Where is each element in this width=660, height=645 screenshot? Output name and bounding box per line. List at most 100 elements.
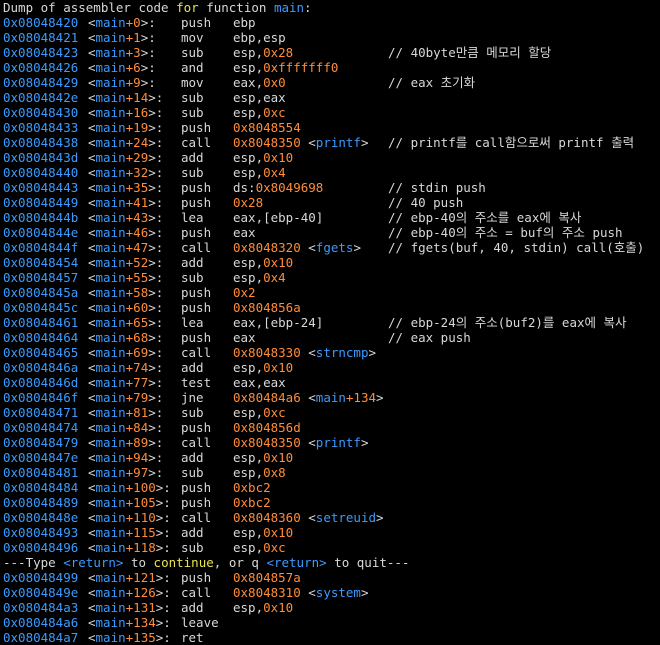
instruction-address: 0x080484a7 [3,630,79,645]
comment: // 40 push [388,195,464,210]
symbol-offset: <main+47>: [88,240,164,255]
asm-line: 0x08048479 <main+89>: call 0x8048350 <print… [3,435,660,450]
asm-line: 0x0804847e <main+94>: add esp,0x10 [3,450,660,465]
asm-line: 0x08048465 <main+69>: call 0x8048330 <strnc… [3,345,660,360]
asm-line: 0x080484a3 <main+131>: add esp,0x10 [3,600,660,615]
asm-line: 0x08048438 <main+24>: call 0x8048350 <print… [3,135,660,150]
mnemonic: sub [181,465,204,480]
terminal-window[interactable]: Dump of assembler code for function main… [0,0,660,645]
instruction-address: 0x08048465 [3,345,79,360]
asm-line: 0x0804845a <main+58>: push 0x2 [3,285,660,300]
asm-line: 0x0804845c <main+60>: push 0x804856a [3,300,660,315]
asm-line: 0x08048433 <main+19>: push 0x8048554 [3,120,660,135]
operands: ebp,esp [233,30,286,45]
operands: esp,eax [233,90,286,105]
symbol-offset: <main+100>: [88,480,171,495]
instruction-address: 0x08048481 [3,465,79,480]
instruction-address: 0x08048426 [3,60,79,75]
operands: esp,0x10 [233,150,294,165]
instruction-address: 0x080484a3 [3,600,79,615]
symbol-offset: <main+6>: [88,60,156,75]
mnemonic: mov [181,75,204,90]
asm-line: 0x08048430 <main+16>: sub esp,0xc [3,105,660,120]
symbol-offset: <main+1>: [88,30,156,45]
asm-line: 0x08048420 <main+0>: push ebp [3,15,660,30]
instruction-address: 0x08048471 [3,405,79,420]
mnemonic: add [181,255,204,270]
symbol-offset: <main+135>: [88,630,171,645]
mnemonic: push [181,180,212,195]
mnemonic: add [181,450,204,465]
instruction-address: 0x08048474 [3,420,79,435]
mnemonic: call [181,240,212,255]
symbol-offset: <main+110>: [88,510,171,525]
symbol-offset: <main+46>: [88,225,164,240]
instruction-address: 0x0804845c [3,300,79,315]
comment: // 40byte만큼 메모리 할당 [388,45,552,60]
operands: esp,0xc [233,105,286,120]
mnemonic: call [181,135,212,150]
instruction-address: 0x0804846a [3,360,79,375]
mnemonic: call [181,585,212,600]
symbol-offset: <main+118>: [88,540,171,555]
instruction-address: 0x08048440 [3,165,79,180]
asm-line: 0x0804848e <main+110>: call 0x8048360 <setr… [3,510,660,525]
symbol-offset: <main+29>: [88,150,164,165]
symbol-offset: <main+81>: [88,405,164,420]
pager-prompt: ---Type <return> to continue, or q <retu… [3,555,410,570]
instruction-address: 0x08048457 [3,270,79,285]
operands: 0x8048330 <strncmp> [233,345,377,360]
symbol-offset: <main+89>: [88,435,164,450]
symbol-offset: <main+52>: [88,255,164,270]
asm-line: 0x0804849e <main+126>: call 0x8048310 <syst… [3,585,660,600]
mnemonic: add [181,525,204,540]
asm-line: 0x08048474 <main+84>: push 0x804856d [3,420,660,435]
asm-line: 0x0804843d <main+29>: add esp,0x10 [3,150,660,165]
mnemonic: test [181,375,212,390]
symbol-offset: <main+79>: [88,390,164,405]
comment: // eax 초기화 [388,75,476,90]
comment: // fgets(buf, 40, stdin) call(호출) [388,240,645,255]
asm-line: 0x08048423 <main+3>: sub esp,0x28 // 40byte만… [3,45,660,60]
mnemonic: push [181,195,212,210]
mnemonic: push [181,285,212,300]
symbol-offset: <main+68>: [88,330,164,345]
operands: 0x8048310 <system> [233,585,369,600]
mnemonic: add [181,150,204,165]
symbol-offset: <main+32>: [88,165,164,180]
disassembly-listing: 0x08048420 <main+0>: push ebp 0x08048421 <mai… [3,15,660,645]
asm-line: 0x0804846a <main+74>: add esp,0x10 [3,360,660,375]
symbol-offset: <main+9>: [88,75,156,90]
asm-line: 0x08048499 <main+121>: push 0x804857a [3,570,660,585]
instruction-address: 0x0804842e [3,90,79,105]
asm-line: 0x0804842e <main+14>: sub esp,eax [3,90,660,105]
symbol-offset: <main+77>: [88,375,164,390]
instruction-address: 0x08048484 [3,480,79,495]
mnemonic: ret [181,630,204,645]
asm-line: 0x08048493 <main+115>: add esp,0x10 [3,525,660,540]
operands: 0x28 [233,195,264,210]
mnemonic: sub [181,45,204,60]
mnemonic: push [181,495,212,510]
operands: esp,0x8 [233,465,286,480]
operands: 0xbc2 [233,495,271,510]
mnemonic: call [181,510,212,525]
comment: // eax push [388,330,471,345]
operands: eax,[ebp-24] [233,315,324,330]
mnemonic: sub [181,165,204,180]
asm-line: 0x08048421 <main+1>: mov ebp,esp [3,30,660,45]
operands: ebp [233,15,256,30]
comment: // ebp-24의 주소(buf2)를 eax에 복사 [388,315,627,330]
operands: 0x2 [233,285,256,300]
mnemonic: add [181,600,204,615]
instruction-address: 0x08048496 [3,540,79,555]
instruction-address: 0x08048489 [3,495,79,510]
asm-line: 0x08048481 <main+97>: sub esp,0x8 [3,465,660,480]
instruction-address: 0x08048449 [3,195,79,210]
operands: 0x8048360 <setreuid> [233,510,384,525]
operands: eax,0x0 [233,75,286,90]
asm-line: 0x08048429 <main+9>: mov eax,0x0 // eax 초기화 [3,75,660,90]
symbol-offset: <main+24>: [88,135,164,150]
operands: esp,0xc [233,540,286,555]
mnemonic: lea [181,315,204,330]
